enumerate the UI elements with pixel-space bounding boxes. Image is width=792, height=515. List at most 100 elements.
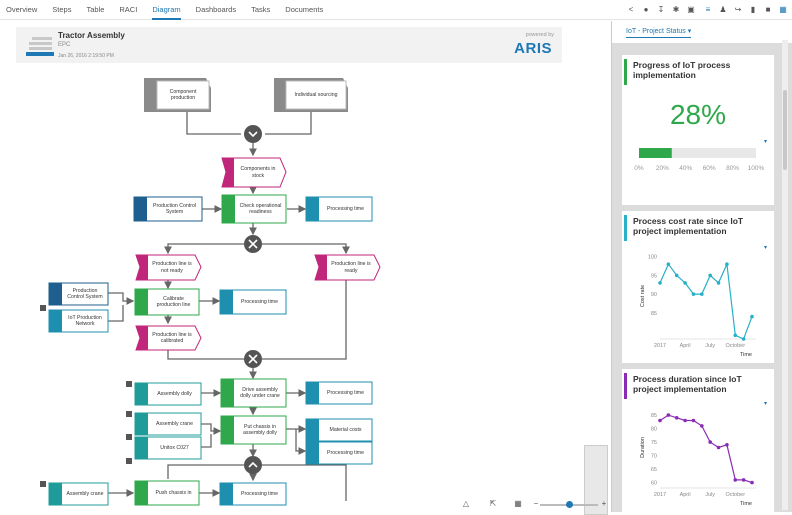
x-tick-label: 2017 xyxy=(654,492,666,498)
chart-icon[interactable]: ▮ xyxy=(747,5,759,15)
tab-tasks[interactable]: Tasks xyxy=(251,0,270,20)
x-tick-label: July xyxy=(705,492,715,498)
node-assembly-dolly[interactable]: Assembly dolly xyxy=(149,385,200,403)
card-accent-bar xyxy=(624,215,627,241)
dashboard-panel: IoT - Project Status ▾ Progress of IoT p… xyxy=(611,21,792,512)
node-calibrate-production-line[interactable]: Calibrate production line xyxy=(149,291,198,313)
node-processing-time-1[interactable]: Processing time xyxy=(320,199,371,219)
node-components-in-stock[interactable]: Components in stock xyxy=(236,161,280,184)
data-point xyxy=(683,418,687,423)
card-title: Process duration since IoT project imple… xyxy=(633,374,742,395)
data-point xyxy=(666,262,671,267)
node-production-line-calibrated[interactable]: Production line is calibrated xyxy=(150,328,194,348)
y-axis-label: Duration xyxy=(640,437,646,458)
y-tick-label: 80 xyxy=(651,427,657,433)
zoom-bar: △ ⇱ ▦ − + xyxy=(0,496,610,512)
print-icon[interactable]: ▣ xyxy=(685,5,697,15)
data-point xyxy=(658,281,662,285)
y-tick-label: 65 xyxy=(651,467,657,473)
download-icon[interactable]: ↧ xyxy=(655,5,667,15)
top-bar: Overview Steps Table RACI Diagram Dashbo… xyxy=(0,0,792,20)
node-assembly-crane-1[interactable]: Assembly crane xyxy=(149,415,200,433)
xor-operator-1 xyxy=(244,235,262,253)
panel-scrollbar-thumb[interactable] xyxy=(783,90,787,170)
and-operator-1 xyxy=(244,125,262,143)
data-point xyxy=(750,480,754,485)
share-icon[interactable]: < xyxy=(625,5,637,15)
node-drive-assembly-dolly[interactable]: Drive assembly dolly under crane xyxy=(235,381,285,405)
progress-tick-label: 0% xyxy=(634,165,644,172)
node-unitox[interactable]: Unitox C027 xyxy=(149,439,200,457)
progress-tick-label: 100% xyxy=(748,165,765,172)
data-point xyxy=(733,478,738,482)
tab-raci[interactable]: RACI xyxy=(119,0,137,20)
progress-chart: 0% 20% 40% 60% 80% 100% ▾ xyxy=(634,139,767,172)
people-icon[interactable]: ♟ xyxy=(717,5,729,15)
tab-table[interactable]: Table xyxy=(86,0,104,20)
node-component-production[interactable]: Component production xyxy=(158,82,208,108)
tab-overview[interactable]: Overview xyxy=(6,0,37,20)
y-tick-label: 90 xyxy=(651,292,657,298)
card-cost-rate: Process cost rate since IoT project impl… xyxy=(622,211,774,363)
zoom-slider-handle[interactable] xyxy=(566,501,573,508)
node-production-control-system-1[interactable]: Production Control System xyxy=(148,199,201,219)
fit-icon[interactable]: △ xyxy=(460,499,472,509)
card-accent-bar xyxy=(624,373,627,399)
node-put-chassis[interactable]: Put chassis in assembly dolly xyxy=(235,418,285,442)
x-axis-label: Time xyxy=(740,352,752,358)
tab-dashboards[interactable]: Dashboards xyxy=(196,0,236,20)
view-toolbar: ≡ ♟ ↪ ▮ ■ ▦ xyxy=(702,5,792,17)
panel-header: IoT - Project Status ▾ xyxy=(612,21,792,43)
y-tick-label: 85 xyxy=(651,311,657,317)
panel-icon[interactable]: ▦ xyxy=(777,5,789,15)
pin-icon[interactable]: ● xyxy=(640,5,652,15)
node-processing-time-4[interactable]: Processing time xyxy=(320,444,371,462)
node-material-costs[interactable]: Material costs xyxy=(320,421,371,439)
card-title: Process cost rate since IoT project impl… xyxy=(633,216,744,237)
node-iot-production-network[interactable]: IoT Production Network xyxy=(63,312,107,330)
y-tick-label: 100 xyxy=(648,255,657,261)
dashboard-dropdown[interactable]: IoT - Project Status ▾ xyxy=(626,27,692,38)
progress-tick-label: 40% xyxy=(679,165,692,172)
data-point xyxy=(741,478,746,482)
data-point xyxy=(674,273,679,278)
tree-view-icon[interactable]: ≡ xyxy=(702,5,714,15)
y-tick-label: 75 xyxy=(651,440,657,446)
info-icon[interactable]: ■ xyxy=(762,5,774,15)
progress-fill xyxy=(639,148,672,158)
duration-chart: 85 80 75 70 65 60 2017 April July October Time Dura… xyxy=(640,401,767,507)
expand-icon[interactable]: ⇱ xyxy=(487,499,499,509)
x-tick-label: April xyxy=(680,343,691,349)
zoom-in-icon[interactable]: + xyxy=(598,499,610,509)
data-point xyxy=(708,273,712,278)
data-point xyxy=(716,445,721,450)
node-production-control-system-2[interactable]: Production Control System xyxy=(63,285,107,303)
tab-steps[interactable]: Steps xyxy=(52,0,71,20)
and-operator-2 xyxy=(244,456,262,474)
options-icon: ▾ xyxy=(764,401,767,407)
y-tick-label: 95 xyxy=(651,273,657,279)
node-production-line-ready[interactable]: Production line is ready xyxy=(329,257,373,278)
tab-diagram[interactable]: Diagram xyxy=(152,0,181,20)
y-tick-label: 60 xyxy=(651,481,657,487)
node-individual-sourcing[interactable]: Individual sourcing xyxy=(287,82,345,108)
tab-documents[interactable]: Documents xyxy=(285,0,323,20)
overview-icon[interactable]: ▦ xyxy=(512,499,524,509)
diagram-canvas[interactable]: Tractor Assembly EPC Jan 26, 2016 2:19:5… xyxy=(0,21,610,515)
card-progress: Progress of IoT process implementation 2… xyxy=(622,55,774,205)
x-tick-label: October xyxy=(725,492,745,498)
settings-icon[interactable]: ✱ xyxy=(670,5,682,15)
node-check-operational-readiness[interactable]: Check operational readiness xyxy=(236,197,285,221)
data-point xyxy=(750,314,754,319)
progress-tick-label: 60% xyxy=(703,165,716,172)
data-point xyxy=(691,418,696,423)
node-processing-time-2[interactable]: Processing time xyxy=(234,292,285,312)
toolbar: < ● ↧ ✱ ▣ xyxy=(625,5,700,17)
card-duration: Process duration since IoT project imple… xyxy=(622,369,774,512)
node-production-line-not-ready[interactable]: Production line is not ready xyxy=(150,257,194,278)
node-processing-time-3[interactable]: Processing time xyxy=(320,384,371,402)
process-icon[interactable]: ↪ xyxy=(732,5,744,15)
data-point xyxy=(700,424,704,428)
data-point xyxy=(708,440,712,444)
data-point xyxy=(741,337,746,341)
